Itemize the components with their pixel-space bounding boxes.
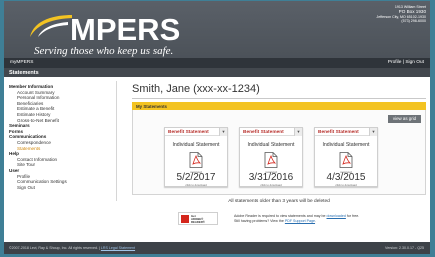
account-links: Profile | Sign Out <box>388 60 424 65</box>
chevron-down-icon[interactable]: ▼ <box>369 128 377 136</box>
statement-date: 5/2/2017 <box>176 172 216 183</box>
adobe-text: Still having problems? View the <box>234 218 285 223</box>
contact-address: 1913 William Street PO Box 1930 Jefferso… <box>376 5 426 23</box>
card-subtitle: Individual Statement <box>322 142 370 148</box>
statement-date: 4/3/2015 <box>326 172 366 183</box>
statement-card[interactable]: Benefit Statement ▼ Individual Statement… <box>164 127 228 187</box>
brand-link[interactable]: myMPERS <box>10 60 33 65</box>
card-title: Benefit Statement <box>243 129 284 135</box>
adobe-text: Adobe Reader is required to view stateme… <box>234 214 327 218</box>
statement-card[interactable]: Benefit Statement ▼ Individual Statement… <box>239 127 303 187</box>
sidebar-nav: Member Information Account Summary Perso… <box>9 84 117 190</box>
adobe-text: for free. <box>345 214 360 218</box>
card-subtitle: Individual Statement <box>172 142 220 148</box>
site-footer: ©2007-2018 Levi, Ray & Shoup, Inc. All r… <box>4 242 430 254</box>
profile-link[interactable]: Profile <box>388 60 402 65</box>
section-label: My Statements <box>136 103 167 109</box>
site-header: MPERS Serving those who keep us safe. 19… <box>4 1 430 58</box>
chevron-down-icon[interactable]: ▼ <box>294 128 302 136</box>
card-subtitle: Individual Statement <box>247 142 295 148</box>
card-header: Benefit Statement ▼ <box>315 128 377 136</box>
card-header: Benefit Statement ▼ <box>165 128 227 136</box>
sidebar-item-sign-out[interactable]: Sign Out <box>9 185 117 191</box>
member-name-heading: Smith, Jane (xxx-xx-1234) <box>132 83 260 95</box>
adobe-text: . <box>315 218 317 223</box>
card-title: Benefit Statement <box>168 129 209 135</box>
address-line: (573) 298-6000 <box>401 19 426 24</box>
download-link[interactable]: click to download <box>240 183 302 187</box>
get-adobe-reader-badge[interactable]: Get ADOBE® READER® <box>178 212 218 225</box>
adobe-badge-line: ADOBE® READER® <box>191 216 205 225</box>
download-link[interactable]: click to download <box>165 183 227 187</box>
browser-frame: MPERS Serving those who keep us safe. 19… <box>4 1 430 254</box>
adobe-download-link[interactable]: downloaded <box>327 214 346 218</box>
adobe-line-2: Still having problems? View the PDF Supp… <box>234 219 359 224</box>
logo-swoosh-icon <box>30 15 72 37</box>
footer-copyright: ©2007-2018 Levi, Ray & Shoup, Inc. All r… <box>9 246 135 250</box>
sidebar-divider <box>116 81 117 201</box>
retention-notice: All statements older than 3 years will b… <box>228 199 330 204</box>
heading-rule <box>132 98 426 99</box>
pdf-document-icon[interactable] <box>339 152 353 168</box>
my-statements-header: My Statements <box>132 102 426 110</box>
pdf-document-icon[interactable] <box>264 152 278 168</box>
download-link[interactable]: click to download <box>315 183 377 187</box>
page-title-bar: Statements <box>4 68 430 77</box>
signout-link[interactable]: Sign Out <box>405 60 424 65</box>
top-navbar: myMPERS Profile | Sign Out <box>4 58 430 68</box>
legal-statement-link[interactable]: LRS Legal Statement <box>101 246 135 250</box>
site-tagline: Serving those who keep us safe. <box>34 45 174 57</box>
adobe-logo-icon <box>181 215 189 223</box>
card-header: Benefit Statement ▼ <box>240 128 302 136</box>
adobe-help-text: Adobe Reader is required to view stateme… <box>234 214 359 223</box>
pdf-document-icon[interactable] <box>189 152 203 168</box>
logo-wordmark: MPERS <box>70 12 181 47</box>
adobe-badge-label: Get ADOBE® READER® <box>191 214 217 225</box>
chevron-down-icon[interactable]: ▼ <box>219 128 227 136</box>
view-as-grid-button[interactable]: view as grid <box>388 115 421 123</box>
card-title: Benefit Statement <box>318 129 359 135</box>
pdf-support-link[interactable]: PDF Support Page <box>285 219 315 223</box>
copyright-text: ©2007-2018 Levi, Ray & Shoup, Inc. All r… <box>9 246 98 250</box>
page-title: Statements <box>9 69 39 76</box>
statement-date: 3/31/2016 <box>248 172 294 183</box>
version-label: Version: 2.30.0.17 - Q25 <box>385 246 424 250</box>
statement-card[interactable]: Benefit Statement ▼ Individual Statement… <box>314 127 378 187</box>
